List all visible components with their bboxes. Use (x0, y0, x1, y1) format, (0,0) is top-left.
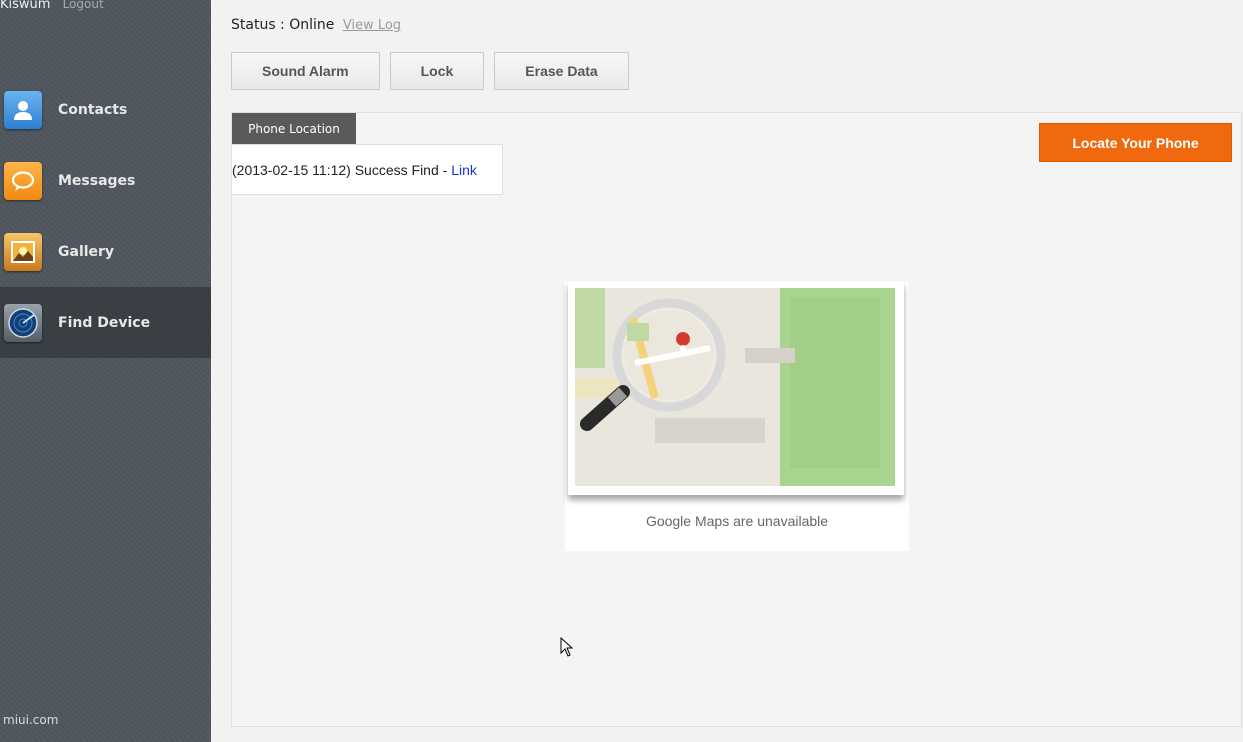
magnifier-map-icon (575, 288, 895, 486)
sidebar-item-messages[interactable]: Messages (0, 145, 211, 216)
find-result-text: (2013-02-15 11:12) Success Find - (232, 161, 452, 178)
radar-icon (4, 303, 42, 342)
mouse-cursor-icon (560, 637, 574, 657)
picture-icon (4, 232, 42, 271)
brand-footer: miui.com (3, 713, 59, 727)
erase-data-button[interactable]: Erase Data (494, 52, 629, 90)
sidebar-nav: Contacts Messages Gallery Find Device (0, 74, 211, 358)
logout-link[interactable]: Logout (63, 0, 104, 11)
map-placeholder: Google Maps are unavailable (565, 281, 909, 551)
sidebar-item-label: Gallery (58, 243, 115, 260)
chat-bubble-icon (4, 161, 42, 200)
status-value: Online (289, 17, 335, 33)
sidebar-item-label: Messages (58, 172, 136, 189)
map-caption: Google Maps are unavailable (645, 513, 829, 529)
sidebar-item-find-device[interactable]: Find Device (0, 287, 211, 358)
lock-button[interactable]: Lock (389, 52, 485, 90)
map-image (568, 281, 904, 495)
tab-phone-location[interactable]: Phone Location (232, 113, 356, 144)
sidebar-item-label: Find Device (58, 314, 151, 331)
action-toolbar: Sound Alarm Lock Erase Data (231, 52, 629, 90)
sound-alarm-button[interactable]: Sound Alarm (231, 52, 380, 90)
find-result-link[interactable]: Link (451, 162, 477, 178)
locate-phone-button[interactable]: Locate Your Phone (1039, 123, 1232, 162)
user-bar: Kiswum Logout (0, 0, 104, 12)
sidebar-item-label: Contacts (58, 101, 128, 118)
location-panel: Phone Location (2013-02-15 11:12) Succes… (231, 112, 1242, 727)
main-content: Status : Online View Log Sound Alarm Loc… (211, 0, 1243, 742)
sidebar-item-contacts[interactable]: Contacts (0, 74, 211, 145)
sidebar-item-gallery[interactable]: Gallery (0, 216, 211, 287)
contacts-icon (4, 90, 42, 129)
status-label: Status : (231, 17, 290, 33)
sidebar: Kiswum Logout Contacts Messages Gallery (0, 0, 211, 742)
username: Kiswum (0, 0, 51, 12)
view-log-link[interactable]: View Log (343, 18, 401, 33)
device-status: Status : Online View Log (231, 17, 401, 33)
find-result: (2013-02-15 11:12) Success Find - Link (232, 144, 503, 195)
